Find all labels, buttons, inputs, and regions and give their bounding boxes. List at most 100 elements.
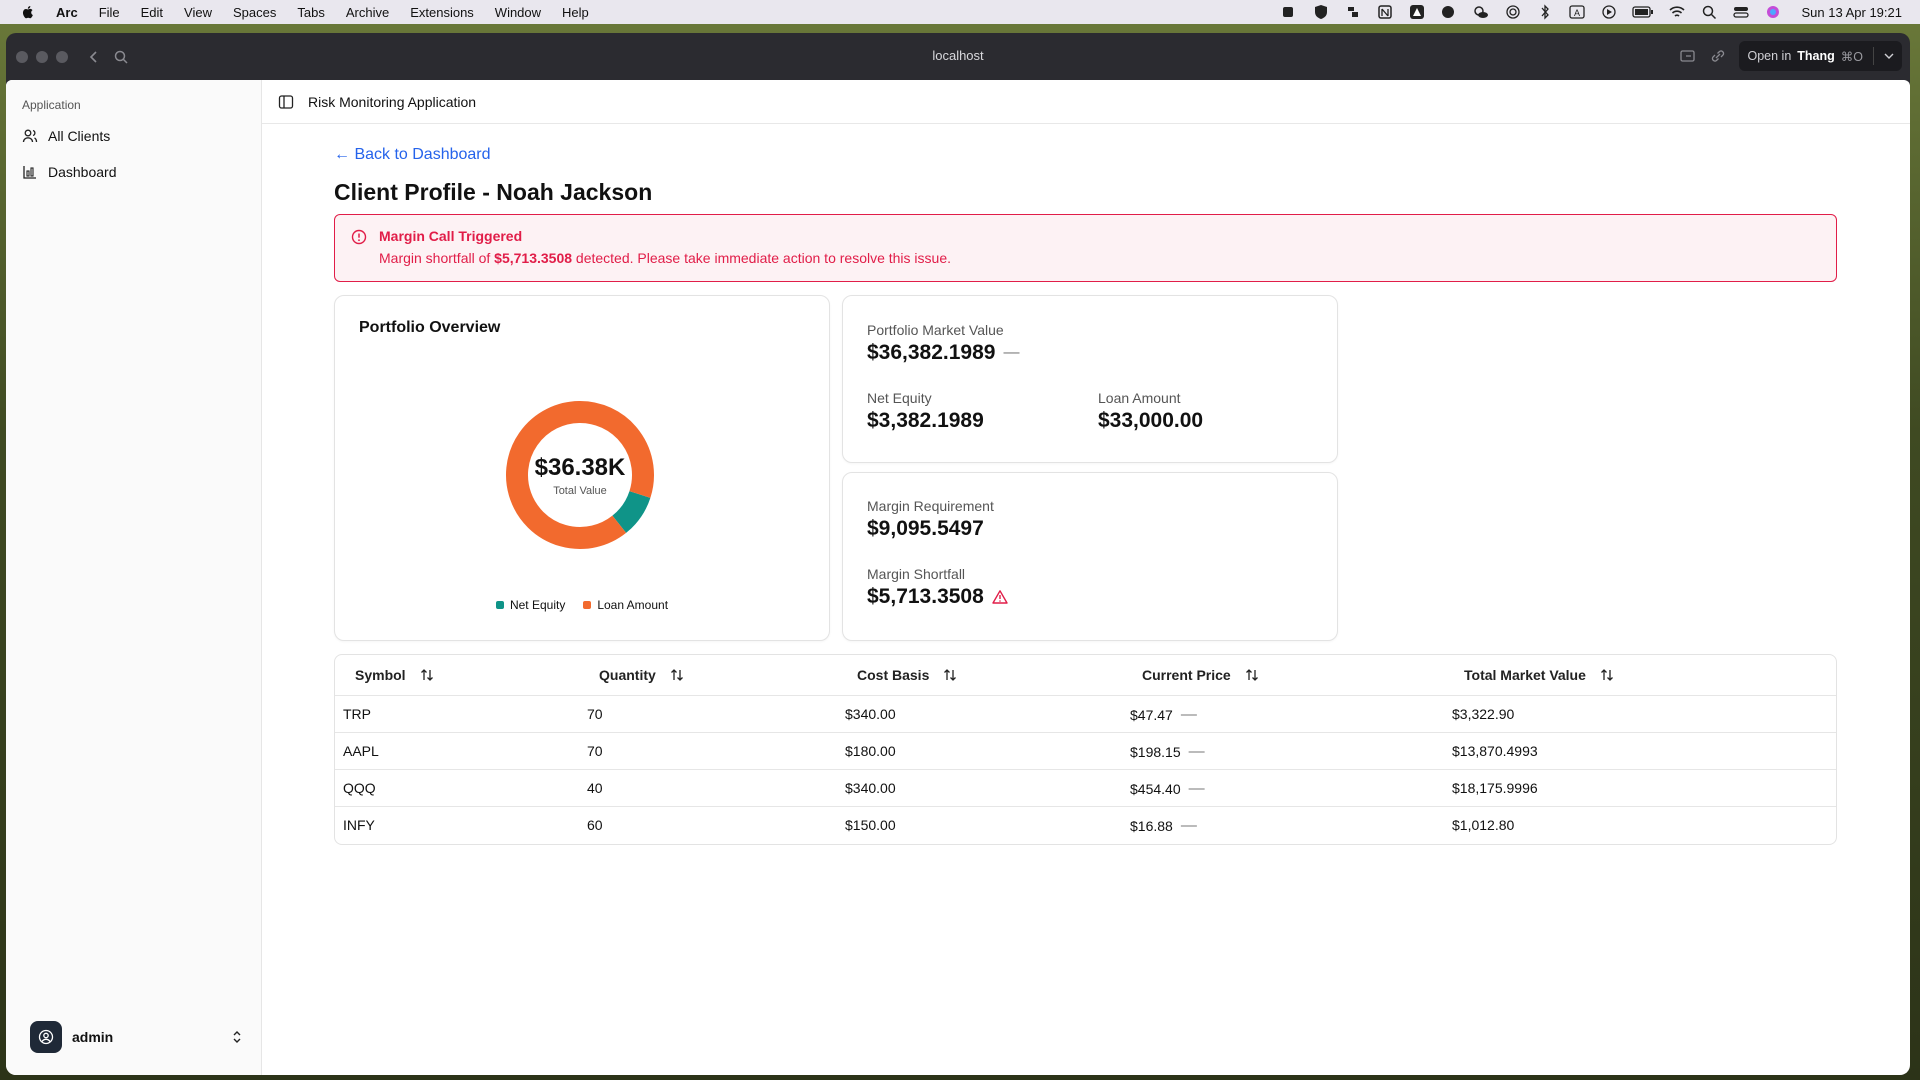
menu-view[interactable]: View: [184, 5, 212, 20]
menu-window[interactable]: Window: [495, 5, 541, 20]
cloud-badge-icon[interactable]: [1440, 4, 1458, 20]
window-controls: [16, 50, 68, 63]
trend-dash: —: [1188, 743, 1205, 760]
column-header-current-price[interactable]: Current Price: [1142, 667, 1259, 683]
back-to-dashboard-link[interactable]: ← Back to Dashboard: [334, 146, 491, 164]
user-name: admin: [72, 1029, 114, 1045]
sidebar-toggle-icon[interactable]: [278, 94, 294, 110]
menubar-clock[interactable]: Sun 13 Apr 19:21: [1802, 5, 1902, 20]
column-header-cost-basis[interactable]: Cost Basis: [857, 667, 957, 683]
legend-item-loan-amount[interactable]: Loan Amount: [583, 598, 668, 612]
play-icon[interactable]: [1600, 4, 1618, 20]
alert-msg-prefix: Margin shortfall of: [379, 250, 495, 266]
price-value: $16.88: [1130, 818, 1173, 834]
chevrons-up-down-icon[interactable]: [230, 1030, 244, 1044]
spotlight-search-icon[interactable]: [1700, 4, 1718, 20]
menu-archive[interactable]: Archive: [346, 5, 389, 20]
alert-message: Margin shortfall of $5,713.3508 detected…: [379, 250, 951, 266]
sort-icon[interactable]: [1600, 668, 1614, 682]
menu-help[interactable]: Help: [562, 5, 589, 20]
wifi-icon[interactable]: [1668, 4, 1686, 20]
keyboard-input-icon[interactable]: A: [1568, 4, 1586, 20]
price-value: $454.40: [1130, 781, 1181, 797]
donut-center: $36.38K Total Value: [495, 390, 665, 560]
net-equity-label: Net Equity: [867, 390, 932, 406]
menu-bar: Arc File Edit View Spaces Tabs Archive E…: [0, 0, 1920, 24]
battery-icon[interactable]: [1631, 4, 1654, 20]
airdrop-icon[interactable]: [1504, 4, 1522, 20]
sidebar-group-label: Application: [22, 98, 81, 112]
cell-total-market-value: $3,322.90: [1452, 706, 1515, 722]
margin-requirement-label: Margin Requirement: [867, 498, 994, 514]
column-header-total-market-value[interactable]: Total Market Value: [1464, 667, 1614, 683]
sidebar-item-all-clients[interactable]: All Clients: [22, 128, 110, 144]
margin-shortfall-amount: $5,713.3508: [867, 585, 984, 608]
shield-icon[interactable]: [1312, 4, 1330, 20]
menu-app-name[interactable]: Arc: [56, 5, 78, 20]
donut-total-label: Total Value: [553, 484, 607, 497]
portfolio-values-card: Portfolio Market Value $36,382.1989 — Ne…: [842, 295, 1338, 463]
sort-icon[interactable]: [420, 668, 434, 682]
trend-dash: —: [1188, 780, 1205, 797]
column-header-quantity[interactable]: Quantity: [599, 667, 684, 683]
table-row[interactable]: TRP 70 $340.00 $47.47 — $3,322.90: [335, 696, 1836, 733]
loan-amount-label: Loan Amount: [1098, 390, 1181, 406]
apple-icon[interactable]: [20, 4, 36, 20]
close-window-button[interactable]: [16, 50, 28, 63]
portfolio-overview-card: Portfolio Overview $36.38K Total Value N…: [334, 295, 830, 641]
margin-shortfall-value: $5,713.3508: [867, 585, 1008, 609]
menu-extensions[interactable]: Extensions: [410, 5, 474, 20]
minimize-window-button[interactable]: [36, 50, 48, 63]
column-header-symbol[interactable]: Symbol: [355, 667, 434, 683]
column-header-label: Quantity: [599, 667, 656, 683]
sidebar-item-label: Dashboard: [48, 164, 117, 180]
cell-cost-basis: $180.00: [845, 743, 896, 759]
triangle-app-icon[interactable]: [1408, 4, 1426, 20]
alert-msg-suffix: detected. Please take immediate action t…: [572, 250, 952, 266]
legend-label: Loan Amount: [597, 598, 669, 612]
warning-triangle-icon: [992, 590, 1008, 604]
bluetooth-icon[interactable]: [1536, 4, 1554, 20]
sidebar-item-label: All Clients: [48, 128, 111, 144]
sort-icon[interactable]: [1245, 668, 1259, 682]
sidebar-item-dashboard[interactable]: Dashboard: [22, 164, 117, 180]
extension-icon[interactable]: [1344, 4, 1362, 20]
weather-icon[interactable]: [1472, 4, 1490, 20]
menu-tabs[interactable]: Tabs: [297, 5, 324, 20]
notion-icon[interactable]: [1376, 4, 1394, 20]
table-header: Symbol Quantity Cost Basis Current Price…: [335, 655, 1836, 696]
user-menu[interactable]: admin: [30, 1021, 244, 1053]
market-value-label: Portfolio Market Value: [867, 322, 1004, 338]
cell-cost-basis: $340.00: [845, 780, 896, 796]
chevron-down-icon[interactable]: [1884, 51, 1894, 61]
menu-spaces[interactable]: Spaces: [233, 5, 276, 20]
price-value: $47.47: [1130, 707, 1173, 723]
user-circle-icon: [38, 1029, 54, 1045]
legend-item-net-equity[interactable]: Net Equity: [495, 598, 565, 612]
table-row[interactable]: QQQ 40 $340.00 $454.40 — $18,175.9996: [335, 770, 1836, 807]
siri-icon[interactable]: [1764, 4, 1782, 20]
back-arrow-icon[interactable]: [88, 50, 100, 63]
open-in-button[interactable]: Open in Thang ⌘O: [1739, 41, 1902, 71]
table-row[interactable]: AAPL 70 $180.00 $198.15 — $13,870.4993: [335, 733, 1836, 770]
column-header-label: Cost Basis: [857, 667, 930, 683]
menu-file[interactable]: File: [99, 5, 120, 20]
cast-icon[interactable]: [1679, 48, 1697, 64]
menu-edit[interactable]: Edit: [141, 5, 163, 20]
sort-icon[interactable]: [670, 668, 684, 682]
link-icon[interactable]: [1709, 48, 1727, 64]
page-title: Client Profile - Noah Jackson: [334, 179, 653, 205]
control-center-icon[interactable]: [1732, 4, 1750, 20]
maximize-window-button[interactable]: [56, 50, 68, 63]
url-text[interactable]: localhost: [6, 48, 1910, 63]
cell-total-market-value: $1,012.80: [1452, 817, 1515, 833]
search-icon[interactable]: [114, 50, 128, 64]
cell-current-price: $16.88 —: [1130, 817, 1197, 835]
open-in-shortcut: ⌘O: [1840, 49, 1863, 64]
teams-icon[interactable]: [1280, 4, 1298, 20]
trend-dash: —: [1180, 706, 1197, 723]
margin-card: Margin Requirement $9,095.5497 Margin Sh…: [842, 472, 1338, 641]
cell-symbol: AAPL: [343, 743, 379, 759]
sort-icon[interactable]: [943, 668, 957, 682]
table-row[interactable]: INFY 60 $150.00 $16.88 — $1,012.80: [335, 807, 1836, 844]
